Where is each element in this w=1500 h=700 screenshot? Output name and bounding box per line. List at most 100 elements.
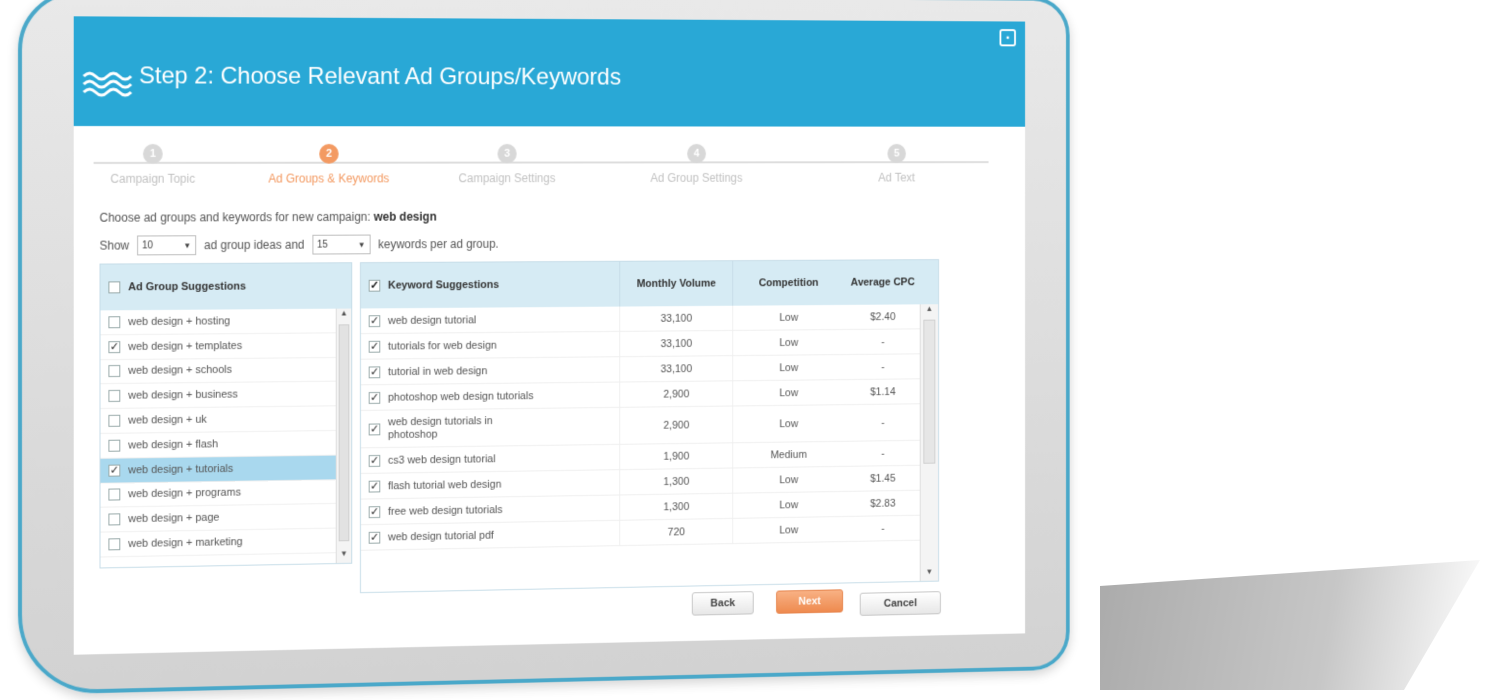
ad-group-item[interactable]: ✓ web design + tutorials [100,455,336,484]
ad-group-label: web design + page [128,511,220,526]
cpc-col-header[interactable]: Average CPC [844,260,922,305]
show-options-row: Show 10 ▼ ad group ideas and 15 ▼ keywor… [100,234,499,256]
cancel-button[interactable]: Cancel [859,591,941,616]
keyword-checkbox[interactable]: ✓ [368,391,381,404]
cpc-cell: $1.14 [870,385,896,398]
keyword-text: flash tutorial web design [388,478,502,492]
keyword-checkbox[interactable]: ✓ [368,365,381,378]
volume-cell: 720 [619,518,733,546]
ad-group-item[interactable]: web design + programs [100,479,336,509]
ad-group-item[interactable]: web design + hosting [100,308,336,336]
wizard-steps: 1 Campaign Topic 2 Ad Groups & Keywords … [93,126,989,206]
keyword-table-header: ✓ Keyword Suggestions Monthly Volume Com… [360,260,939,309]
step-ad-text[interactable]: 5 Ad Text [823,143,971,185]
scroll-thumb[interactable] [923,319,936,464]
competition-cell: Low [732,329,844,356]
ad-group-count-select[interactable]: 10 ▼ [137,235,197,256]
ad-group-header-label: Ad Group Suggestions [128,280,246,294]
ad-group-checkbox[interactable] [108,390,121,403]
ad-group-scrollbar[interactable]: ▲ ▼ [335,308,352,564]
keyword-cell: ✓ flash tutorial web design [361,470,619,498]
volume-col-header[interactable]: Monthly Volume [619,261,733,307]
close-icon[interactable]: ▪ [999,29,1016,47]
campaign-topic: web design [373,209,437,224]
ad-group-checkbox[interactable] [108,538,121,551]
cpc-cell: $2.83 [870,497,896,510]
cpc-col-label: Average CPC [850,276,915,289]
volume-cell: 33,100 [619,330,733,357]
step-ad-group-settings[interactable]: 4 Ad Group Settings [621,143,771,185]
ad-group-checkbox[interactable] [108,488,121,502]
ad-group-panel: Ad Group Suggestions web design + hostin… [99,262,353,569]
keyword-count-select[interactable]: 15 ▼ [312,234,371,255]
cpc-cell: $1.45 [870,472,896,485]
device-frame: Step 2: Choose Relevant Ad Groups/Keywor… [18,0,1070,695]
ad-group-checkbox[interactable] [108,513,121,526]
chevron-down-icon: ▼ [183,240,192,250]
step-label: Campaign Topic [110,171,196,186]
dialog-title: Step 2: Choose Relevant Ad Groups/Keywor… [139,62,622,91]
ad-group-list: web design + hosting ✓ web design + templa… [100,308,336,568]
keyword-text: cs3 web design tutorial [388,452,496,467]
competition-cell: Low [732,304,844,330]
cpc-cell: $2.40 [870,310,896,323]
intro-prefix: Choose ad groups and keywords for new ca… [99,209,371,225]
keyword-scrollbar[interactable]: ▲ ▼ [919,304,939,582]
keyword-cell: ✓ photoshop web design tutorials [361,383,619,410]
dialog-header: Step 2: Choose Relevant Ad Groups/Keywor… [73,16,1026,127]
ad-group-item[interactable]: web design + uk [100,406,336,434]
competition-col-header[interactable]: Competition [732,260,844,306]
keyword-table-body: ✓ web design tutorial 33,100 Low $2.40 ✓ tutor… [360,304,920,592]
ad-group-item[interactable]: web design + flash [100,430,336,459]
scroll-thumb[interactable] [338,324,350,542]
scroll-down-icon[interactable]: ▼ [921,567,938,581]
keyword-checkbox[interactable]: ✓ [368,454,381,467]
keyword-checkbox[interactable]: ✓ [368,422,381,435]
back-button[interactable]: Back [691,591,754,616]
ad-group-label: web design + flash [128,438,219,452]
volume-col-label: Monthly Volume [636,277,716,290]
keyword-col-label: Keyword Suggestions [388,279,500,292]
ad-group-item[interactable]: ✓ web design + templates [100,333,336,360]
next-button[interactable]: Next [776,589,844,614]
keyword-text: tutorials for web design [388,339,497,353]
step-campaign-topic[interactable]: 1 Campaign Topic [74,143,232,186]
volume-cell: 2,900 [619,406,733,444]
keyword-cell: ✓ tutorials for web design [361,332,619,359]
ad-group-item[interactable]: web design + schools [100,357,336,385]
floor-shadow [1100,560,1480,690]
ad-group-label: web design + hosting [128,315,231,328]
step-campaign-settings[interactable]: 3 Campaign Settings [430,143,583,185]
step-number: 5 [887,143,906,164]
ad-group-item[interactable]: web design + business [100,382,336,410]
keyword-checkbox[interactable]: ✓ [368,340,381,353]
step-label: Ad Text [878,170,916,185]
scroll-up-icon[interactable]: ▲ [337,309,352,323]
select-all-keywords-checkbox[interactable]: ✓ [368,279,381,292]
ad-group-checkbox[interactable]: ✓ [108,464,121,477]
ad-group-checkbox[interactable] [108,439,121,452]
ad-group-checkbox[interactable] [108,316,121,329]
keyword-checkbox[interactable]: ✓ [368,531,381,544]
competition-col-label: Competition [758,277,819,290]
ad-group-checkbox[interactable] [108,414,121,427]
ad-group-label: web design + uk [128,413,207,427]
keyword-checkbox[interactable]: ✓ [368,480,381,493]
step-ad-groups-keywords[interactable]: 2 Ad Groups & Keywords [251,143,406,186]
keyword-checkbox[interactable]: ✓ [368,505,381,518]
keyword-text: free web design tutorials [388,503,503,518]
ad-group-checkbox[interactable] [108,365,121,378]
keyword-checkbox[interactable]: ✓ [368,314,381,327]
wizard-dialog: Step 2: Choose Relevant Ad Groups/Keywor… [73,16,1026,655]
wave-logo-icon [82,71,133,98]
cpc-cell: - [881,360,885,373]
cpc-cell: - [881,416,885,429]
ad-group-item[interactable]: web design + marketing [100,528,336,558]
intro-text: Choose ad groups and keywords for new ca… [100,210,437,225]
ad-group-checkbox[interactable]: ✓ [108,340,121,353]
scroll-up-icon[interactable]: ▲ [921,304,938,318]
keyword-cell: ✓ web design tutorial pdf [361,521,619,550]
keyword-text: photoshop web design tutorials [388,389,534,404]
scroll-down-icon[interactable]: ▼ [337,549,352,563]
select-all-ad-groups-checkbox[interactable] [108,281,121,294]
